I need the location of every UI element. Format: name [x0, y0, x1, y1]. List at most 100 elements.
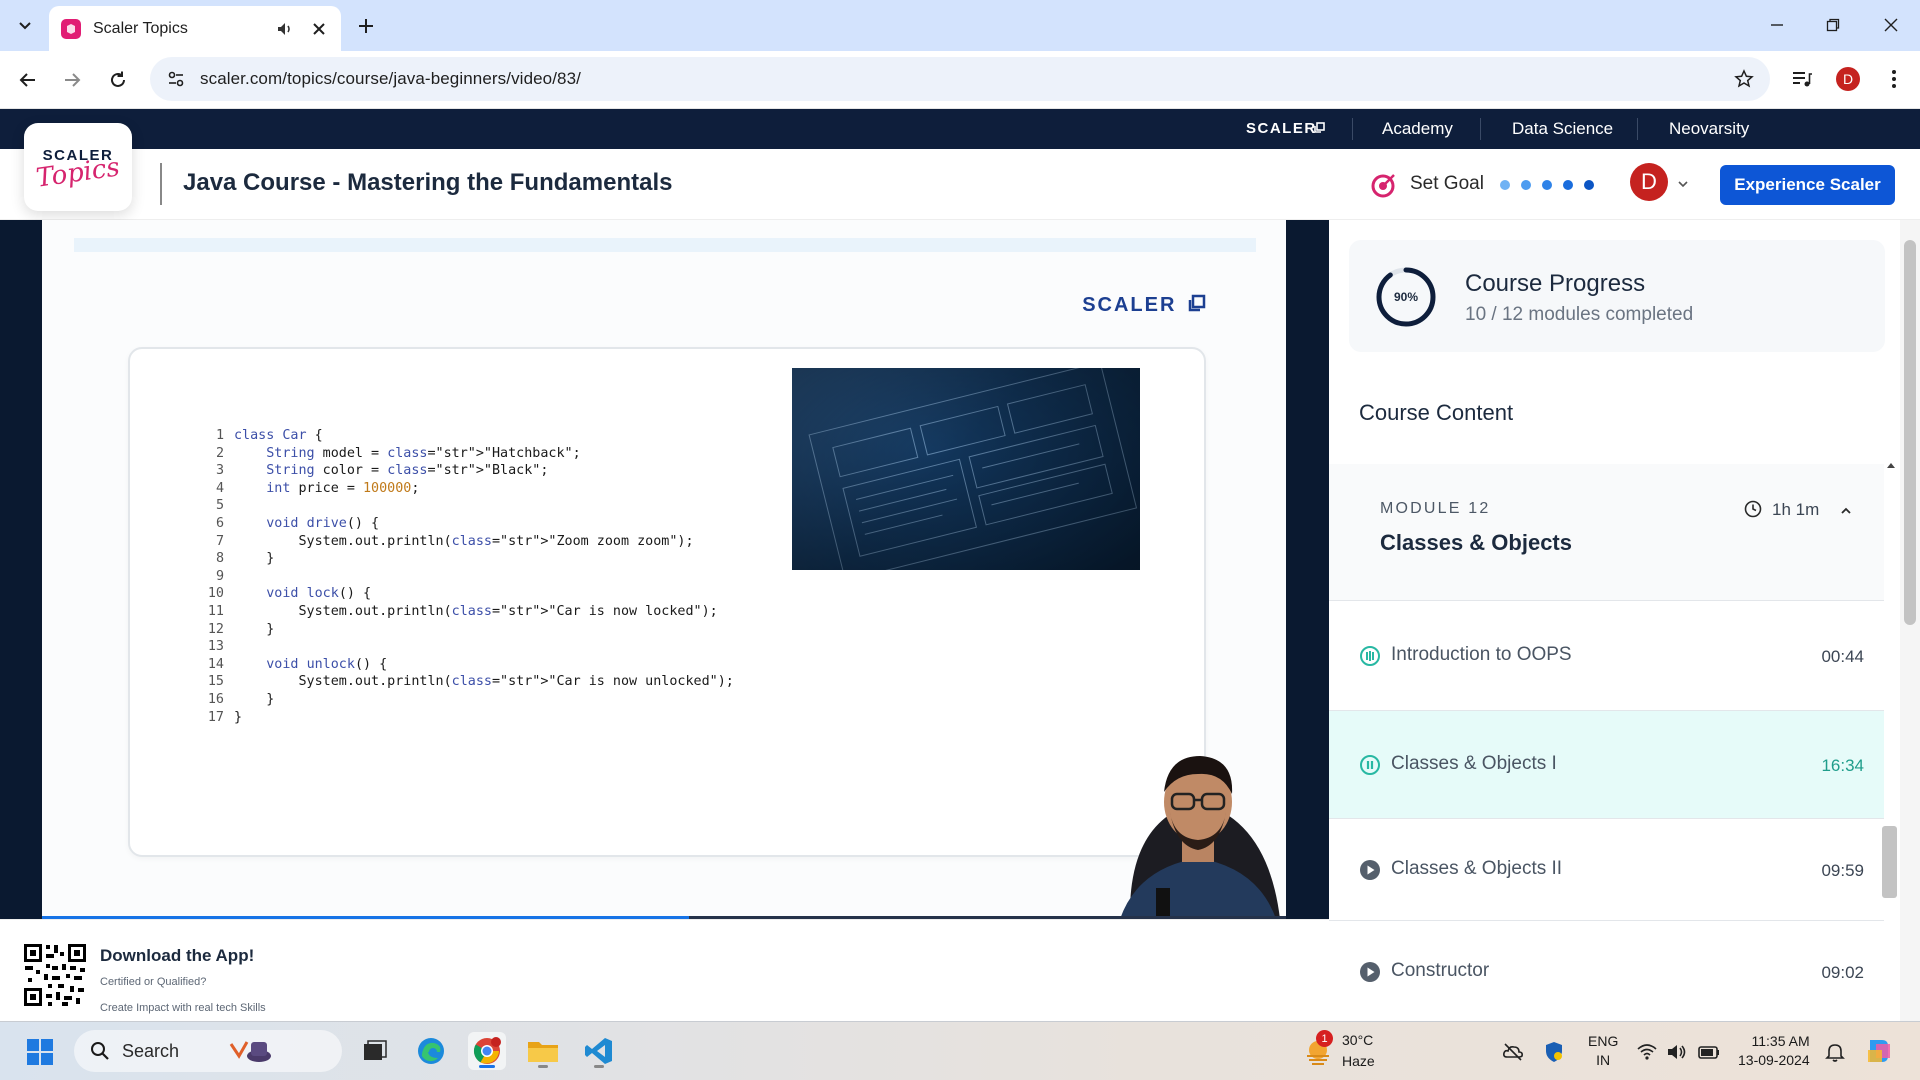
module-header[interactable]: MODULE 12 Classes & Objects 1h 1m: [1329, 464, 1884, 601]
qr-code: [22, 942, 88, 1008]
profile-button[interactable]: D: [1834, 65, 1862, 93]
search-icon: [91, 1042, 109, 1060]
taskbar-app-file-explorer[interactable]: [524, 1032, 562, 1070]
wifi-icon[interactable]: [1636, 1041, 1658, 1063]
notification-bell-icon[interactable]: [1824, 1041, 1846, 1063]
scaler-topics-logo[interactable]: SCALER Topics: [24, 123, 132, 211]
scaler-brand-link[interactable]: SCALER: [1246, 120, 1317, 137]
chevron-down-icon[interactable]: [1676, 177, 1690, 191]
copilot-icon[interactable]: [1864, 1036, 1894, 1066]
site-settings-icon[interactable]: [166, 69, 186, 89]
line-number: 9: [215, 568, 224, 584]
code-line: 7 System.out.println(class="str">"Zoom z…: [200, 533, 734, 551]
task-view-icon: [364, 1040, 387, 1060]
line-number: 8: [215, 551, 224, 567]
browser-tab[interactable]: Scaler Topics: [49, 6, 341, 51]
line-number: 7: [215, 533, 224, 549]
lesson-item[interactable]: Classes & Objects II 09:59: [1329, 819, 1884, 921]
slide-scaler-logo: SCALER: [1082, 294, 1206, 317]
set-goal-button[interactable]: Set Goal: [1410, 173, 1484, 195]
code-line: 10 void lock() {: [200, 585, 734, 603]
lesson-list-scrollbar-thumb[interactable]: [1882, 826, 1897, 898]
restore-button[interactable]: [1820, 12, 1846, 38]
scroll-up-icon[interactable]: [1884, 458, 1898, 472]
page-scrollbar-thumb[interactable]: [1904, 240, 1916, 625]
tab-search-button[interactable]: [9, 9, 41, 41]
running-indicator: [479, 1065, 495, 1068]
download-app-banner: Download the App! Certified or Qualified…: [0, 919, 1329, 1021]
chevron-up-icon[interactable]: [1839, 504, 1853, 518]
browser-menu-button[interactable]: [1880, 65, 1908, 93]
volume-icon[interactable]: [1666, 1041, 1688, 1063]
nav-link-data-science[interactable]: Data Science: [1512, 119, 1613, 139]
experience-scaler-button[interactable]: Experience Scaler: [1720, 165, 1895, 205]
slide-top-band: [74, 238, 1256, 252]
code-line: 1 class Car {: [200, 427, 734, 445]
profile-avatar: D: [1836, 67, 1860, 91]
playing-lesson-icon: [1360, 755, 1380, 775]
nav-link-neovarsity[interactable]: Neovarsity: [1669, 119, 1749, 139]
new-tab-button[interactable]: [352, 12, 380, 40]
scaler-topnav: SCALER Academy Data Science Neovarsity: [0, 109, 1920, 149]
target-goal-icon[interactable]: [1371, 172, 1397, 198]
taskbar-app-chrome[interactable]: [468, 1032, 506, 1070]
windows-start-icon[interactable]: [26, 1038, 54, 1066]
goal-progress-dots: [1500, 180, 1594, 190]
lecture-slide: SCALER 1 class Car {2 String model = clas…: [42, 220, 1286, 919]
playlist-icon: [1793, 72, 1812, 87]
forward-button[interactable]: [56, 64, 88, 96]
lesson-duration: 00:44: [1821, 647, 1864, 666]
nav-separator: [1637, 118, 1638, 140]
restore-icon: [1826, 18, 1840, 32]
nav-link-academy[interactable]: Academy: [1382, 119, 1453, 139]
input-language[interactable]: ENG IN: [1588, 1032, 1618, 1070]
system-clock[interactable]: 11:35 AM 13-09-2024: [1738, 1032, 1810, 1070]
course-progress-card: 90% Course Progress 10 / 12 modules comp…: [1349, 240, 1885, 352]
progress-ring: 90%: [1376, 267, 1436, 327]
tab-title: Scaler Topics: [93, 19, 188, 37]
app-banner-line1: Certified or Qualified?: [100, 976, 207, 988]
weather-notification-badge: 1: [1316, 1030, 1333, 1047]
close-tab-icon[interactable]: [309, 19, 329, 39]
lesson-name: Constructor: [1391, 960, 1490, 981]
media-controls-button[interactable]: [1788, 65, 1816, 93]
weather-temperature[interactable]: 30°C: [1342, 1032, 1373, 1048]
close-window-button[interactable]: [1878, 12, 1904, 38]
search-highlight-icon: [229, 1041, 272, 1062]
bookmark-star-icon[interactable]: [1734, 69, 1754, 89]
browser-tabstrip: Scaler Topics: [0, 0, 1920, 51]
lesson-duration: 16:34: [1821, 756, 1864, 775]
battery-icon[interactable]: [1698, 1041, 1720, 1063]
line-number: 12: [207, 621, 224, 637]
taskbar-search-text: Search: [122, 1040, 180, 1061]
user-avatar[interactable]: D: [1630, 163, 1668, 201]
cloud-offline-icon[interactable]: [1502, 1041, 1524, 1063]
line-number: 4: [215, 480, 224, 496]
speaker-icon[interactable]: [275, 19, 295, 39]
running-indicator: [594, 1065, 604, 1068]
security-shield-icon[interactable]: [1543, 1041, 1565, 1063]
video-player[interactable]: SCALER 1 class Car {2 String model = clas…: [0, 220, 1329, 919]
minimize-button[interactable]: [1764, 12, 1790, 38]
course-sidebar: 90% Course Progress 10 / 12 modules comp…: [1329, 220, 1920, 1021]
lesson-item[interactable]: Introduction to OOPS 00:44: [1329, 601, 1884, 711]
code-line: 16 }: [200, 691, 734, 709]
line-number: 6: [215, 515, 224, 531]
code-block: 1 class Car {2 String model = class="str"…: [200, 427, 734, 726]
lesson-item-active[interactable]: Classes & Objects I 16:34: [1329, 711, 1884, 819]
code-line: 4 int price = 100000;: [200, 480, 734, 498]
goal-dot: [1542, 180, 1552, 190]
address-bar[interactable]: scaler.com/topics/course/java-beginners/…: [150, 57, 1770, 101]
url-text[interactable]: scaler.com/topics/course/java-beginners/…: [200, 69, 581, 89]
lesson-item[interactable]: Constructor 09:02: [1329, 921, 1884, 1021]
taskbar-app-vscode[interactable]: [580, 1032, 618, 1070]
back-button[interactable]: [12, 64, 44, 96]
taskbar-search[interactable]: Search: [74, 1030, 342, 1072]
taskbar-app-edge[interactable]: [412, 1032, 450, 1070]
code-line: 13: [200, 638, 734, 656]
reload-button[interactable]: [102, 64, 134, 96]
slide-logo-text: SCALER: [1082, 294, 1177, 316]
code-line: 15 System.out.println(class="str">"Car i…: [200, 673, 734, 691]
taskbar-app-task-view[interactable]: [356, 1032, 394, 1070]
weather-description[interactable]: Haze: [1342, 1053, 1375, 1069]
